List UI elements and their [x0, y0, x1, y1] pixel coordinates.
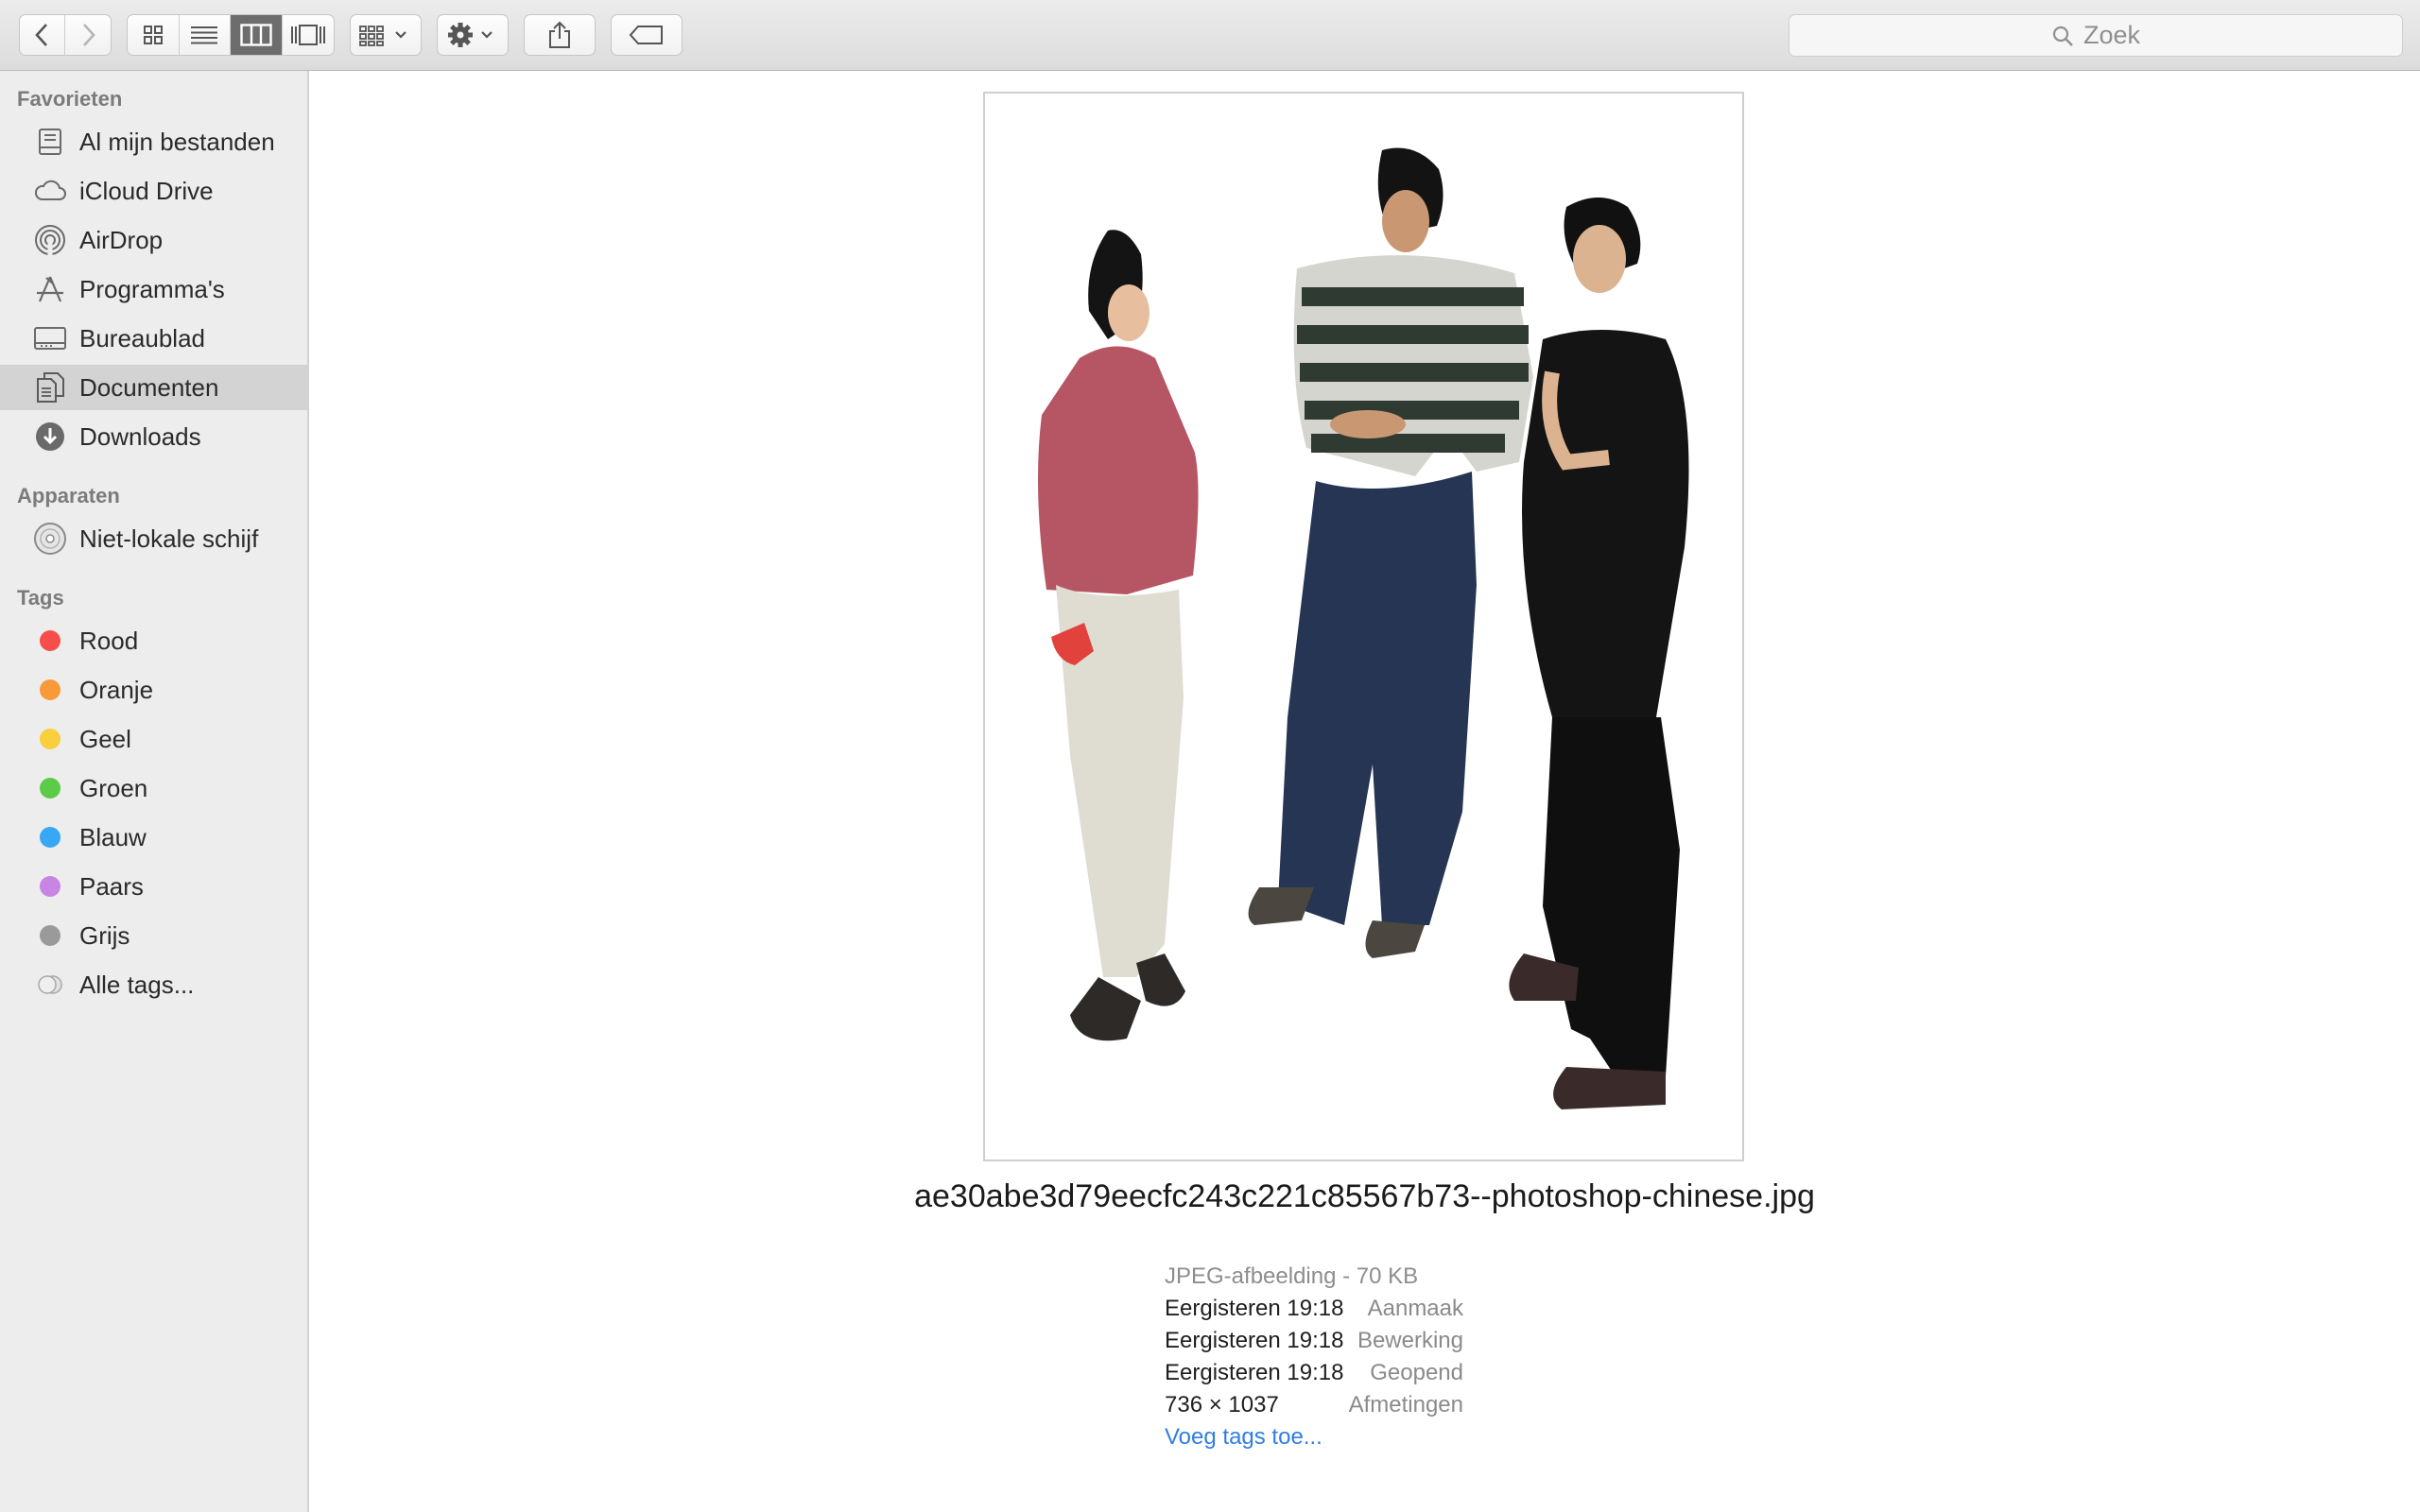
sidebar-item-label: Grijs	[79, 920, 130, 950]
search-field[interactable]: Zoek	[1789, 14, 2403, 57]
preview-pane: ae30abe3d79eecfc243c221c85567b73--photos…	[309, 71, 2420, 1512]
toolbar: Zoek	[0, 0, 2420, 71]
meta-dimensions-value: 736 × 1037	[1165, 1392, 1279, 1418]
meta-opened-value: Eergisteren 19:18	[1165, 1360, 1344, 1385]
chevron-left-icon	[34, 24, 47, 46]
column-view-icon	[240, 24, 272, 46]
yellow-tag-dot	[40, 729, 60, 749]
all-tags-icon	[38, 975, 62, 994]
favorites-heading: Favorieten	[17, 87, 123, 111]
sidebar-tag-all[interactable]: Alle tags...	[0, 962, 307, 1007]
sidebar: Favorieten Al mijn bestanden iCloud Driv…	[0, 71, 309, 1512]
sidebar-tag-red[interactable]: Rood	[0, 618, 307, 663]
meta-modified-label: Bewerking	[1357, 1328, 1463, 1353]
sidebar-item-airdrop[interactable]: AirDrop	[0, 217, 307, 263]
sidebar-item-label: Niet-lokale schijf	[79, 524, 259, 553]
airdrop-icon	[32, 225, 68, 255]
sidebar-item-label: Programma's	[79, 274, 225, 303]
chevron-down-icon	[395, 31, 406, 39]
cloud-icon	[32, 176, 68, 206]
sidebar-item-label: iCloud Drive	[79, 176, 214, 205]
meta-opened-label: Geopend	[1370, 1360, 1463, 1385]
cover-flow-button[interactable]	[283, 15, 335, 55]
sidebar-item-label: Rood	[79, 626, 139, 655]
documents-icon	[32, 372, 68, 403]
add-tags-link[interactable]: Voeg tags toe...	[1165, 1424, 1322, 1451]
sidebar-tag-gray[interactable]: Grijs	[0, 913, 307, 958]
tag-icon	[629, 26, 663, 44]
arrange-button[interactable]	[350, 14, 422, 56]
sidebar-tag-green[interactable]: Groen	[0, 765, 307, 811]
arrange-grid-icon	[359, 26, 406, 46]
optical-disc-icon	[32, 523, 68, 555]
sidebar-item-documents[interactable]: Documenten	[0, 365, 307, 410]
list-view-icon	[191, 26, 218, 44]
sidebar-item-label: Geel	[79, 724, 131, 753]
image-preview[interactable]	[983, 92, 1744, 1161]
sidebar-item-label: Oranje	[79, 675, 154, 704]
sidebar-item-label: AirDrop	[79, 225, 164, 254]
chevron-right-icon	[83, 24, 95, 46]
sidebar-tag-orange[interactable]: Oranje	[0, 667, 307, 713]
meta-created-label: Aanmaak	[1367, 1296, 1463, 1321]
icon-view-icon	[143, 26, 163, 44]
sidebar-item-label: Paars	[79, 871, 144, 901]
column-view-button[interactable]	[231, 15, 283, 55]
meta-dimensions-label: Afmetingen	[1348, 1392, 1463, 1418]
tags-heading: Tags	[17, 586, 64, 610]
devices-heading: Apparaten	[17, 484, 120, 507]
sidebar-item-applications[interactable]: Programma's	[0, 266, 307, 312]
applications-icon	[32, 274, 68, 304]
sidebar-item-label: Blauw	[79, 822, 147, 851]
forward-button[interactable]	[65, 15, 111, 55]
tag-button[interactable]	[611, 14, 683, 56]
meta-created-value: Eergisteren 19:18	[1165, 1296, 1344, 1321]
action-button[interactable]	[437, 14, 509, 56]
share-button[interactable]	[524, 14, 596, 56]
view-mode-selector	[127, 14, 335, 56]
sidebar-item-desktop[interactable]: Bureaublad	[0, 316, 307, 361]
red-tag-dot	[40, 630, 60, 651]
finder-window: Zoek Favorieten Al mijn bestanden iCloud…	[0, 0, 2420, 1512]
blue-tag-dot	[40, 827, 60, 848]
back-button[interactable]	[20, 15, 66, 55]
desktop-icon	[32, 323, 68, 353]
purple-tag-dot	[40, 876, 60, 897]
sidebar-item-label: Al mijn bestanden	[79, 127, 275, 156]
sidebar-item-label: Documenten	[79, 372, 219, 402]
gear-icon	[448, 23, 493, 47]
downloads-icon	[32, 421, 68, 452]
sidebar-item-label: Alle tags...	[79, 970, 195, 999]
meta-modified-value: Eergisteren 19:18	[1165, 1328, 1344, 1353]
sidebar-item-label: Groen	[79, 773, 148, 802]
sidebar-item-label: Downloads	[79, 421, 201, 451]
search-icon	[2052, 26, 2073, 46]
all-files-icon	[32, 127, 68, 157]
file-kind: JPEG-afbeelding - 70 KB	[1165, 1263, 1419, 1289]
sidebar-item-label: Bureaublad	[79, 323, 205, 352]
gray-tag-dot	[40, 925, 60, 946]
sidebar-item-all-files[interactable]: Al mijn bestanden	[0, 119, 307, 164]
orange-tag-dot	[40, 679, 60, 700]
search-placeholder: Zoek	[2083, 21, 2141, 49]
share-icon	[549, 21, 570, 48]
list-view-button[interactable]	[180, 15, 231, 55]
sidebar-item-icloud-drive[interactable]: iCloud Drive	[0, 168, 307, 214]
sidebar-tag-yellow[interactable]: Geel	[0, 716, 307, 762]
green-tag-dot	[40, 778, 60, 799]
navigation-buttons	[19, 14, 112, 56]
photo-thumbnail	[985, 94, 1742, 1160]
file-name: ae30abe3d79eecfc243c221c85567b73--photos…	[914, 1178, 1815, 1214]
icon-view-button[interactable]	[128, 15, 180, 55]
cover-flow-icon	[290, 25, 325, 45]
sidebar-item-downloads[interactable]: Downloads	[0, 414, 307, 459]
sidebar-item-remote-disc[interactable]: Niet-lokale schijf	[0, 516, 307, 561]
sidebar-tag-purple[interactable]: Paars	[0, 864, 307, 909]
chevron-down-icon	[481, 31, 493, 39]
sidebar-tag-blue[interactable]: Blauw	[0, 815, 307, 860]
